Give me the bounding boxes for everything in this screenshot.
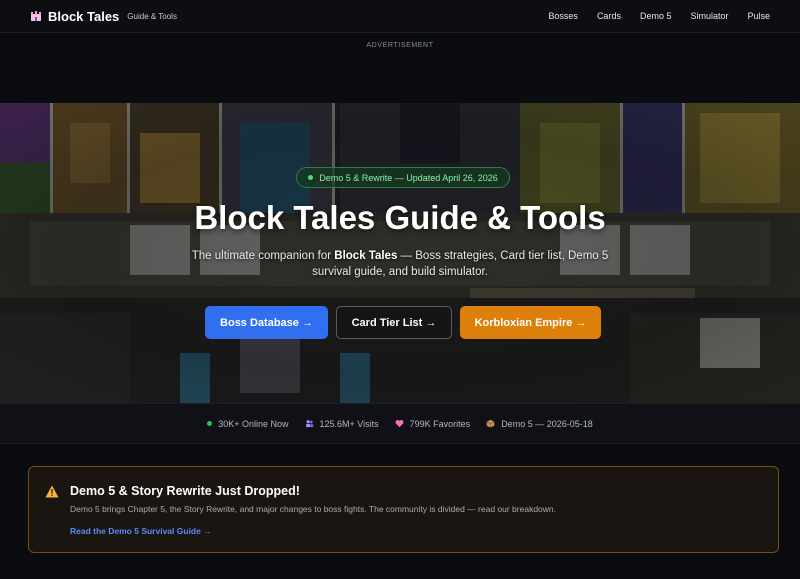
brand-name: Block Tales: [48, 8, 120, 24]
warning-icon: [45, 485, 59, 498]
online-dot-icon: [207, 421, 213, 426]
castle-icon: [30, 10, 42, 22]
hero-section: Demo 5 & Rewrite — Updated April 26, 202…: [0, 103, 800, 403]
card-tier-list-button[interactable]: Card Tier List →: [336, 306, 452, 339]
stat-demo-text: Demo 5 — 2026-05-18: [501, 418, 593, 429]
ad-label: ADVERTISEMENT: [366, 42, 434, 49]
page-title: Block Tales Guide & Tools: [194, 199, 606, 236]
nav-link-pulse[interactable]: Pulse: [747, 11, 770, 21]
stat-favorites: 799K Favorites: [395, 418, 471, 429]
stat-favorites-text: 799K Favorites: [409, 418, 471, 429]
top-nav: Block Tales Guide & Tools Bosses Cards D…: [0, 0, 800, 33]
demo5-alert: Demo 5 & Story Rewrite Just Dropped! Dem…: [28, 466, 779, 553]
hero-description: The ultimate companion for Block Tales —…: [180, 248, 620, 280]
nav-link-simulator[interactable]: Simulator: [690, 11, 728, 21]
brand[interactable]: Block Tales Guide & Tools: [30, 9, 177, 24]
ad-slot: ADVERTISEMENT: [0, 34, 800, 103]
boss-database-button[interactable]: Boss Database →: [205, 306, 328, 339]
update-badge-text: Demo 5 & Rewrite — Updated April 26, 202…: [319, 172, 498, 183]
update-badge: Demo 5 & Rewrite — Updated April 26, 202…: [296, 167, 510, 188]
stat-demo: Demo 5 — 2026-05-18: [486, 419, 593, 429]
hero-desc-bold: Block Tales: [334, 250, 398, 262]
nav-link-bosses[interactable]: Bosses: [548, 11, 578, 21]
users-icon: [305, 420, 313, 428]
stat-visits: 125.6M+ Visits: [305, 419, 379, 429]
status-dot: [308, 175, 314, 180]
demo5-survival-guide-link[interactable]: Read the Demo 5 Survival Guide →: [70, 526, 212, 536]
nav-link-demo5[interactable]: Demo 5: [640, 11, 672, 21]
stats-bar: 30K+ Online Now 125.6M+ Visits 799K Favo…: [0, 403, 800, 444]
hero-desc-pre: The ultimate companion for: [191, 250, 335, 262]
korbloxian-empire-button[interactable]: Korbloxian Empire →: [460, 306, 601, 339]
stat-online: 30K+ Online Now: [207, 418, 289, 429]
nav-link-cards[interactable]: Cards: [597, 11, 621, 21]
nav-links: Bosses Cards Demo 5 Simulator Pulse: [529, 11, 770, 21]
package-icon: [486, 419, 495, 428]
heart-icon: [395, 420, 404, 428]
hero-content: Demo 5 & Rewrite — Updated April 26, 202…: [0, 103, 800, 403]
stat-visits-text: 125.6M+ Visits: [319, 418, 379, 429]
stat-online-text: 30K+ Online Now: [218, 418, 289, 429]
brand-subtitle: Guide & Tools: [127, 11, 177, 21]
alert-title: Demo 5 & Story Rewrite Just Dropped!: [70, 484, 300, 498]
alert-text: Demo 5 brings Chapter 5, the Story Rewri…: [70, 504, 556, 514]
